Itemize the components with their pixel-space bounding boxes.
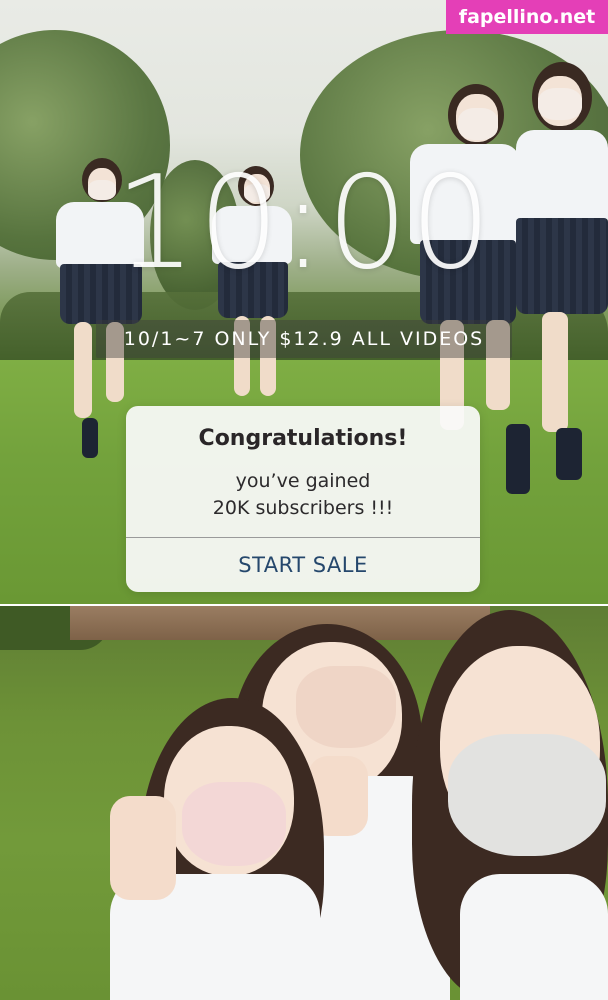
face-mask xyxy=(448,734,606,856)
congratulations-dialog: Congratulations! you’ve gained 20K subsc… xyxy=(126,406,480,592)
promo-banner: 10/1~7 ONLY $12.9 ALL VIDEOS xyxy=(96,320,512,358)
bottom-photo xyxy=(0,606,608,1000)
countdown-timer: 10:00 xyxy=(114,149,494,298)
person-blouse xyxy=(460,874,608,1000)
brick-wall xyxy=(70,606,490,640)
peace-sign-hand xyxy=(110,796,176,900)
dialog-message-line: you’ve gained xyxy=(235,470,371,492)
dialog-message: you’ve gained 20K subscribers !!! xyxy=(126,468,480,522)
face-mask xyxy=(182,782,286,866)
promo-text: 10/1~7 ONLY $12.9 ALL VIDEOS xyxy=(123,328,485,350)
start-sale-button[interactable]: START SALE xyxy=(126,538,480,592)
dialog-title: Congratulations! xyxy=(198,426,408,451)
dialog-message-line: 20K subscribers !!! xyxy=(212,497,394,519)
watermark: fapellino.net xyxy=(446,0,608,34)
face-mask xyxy=(296,666,396,748)
